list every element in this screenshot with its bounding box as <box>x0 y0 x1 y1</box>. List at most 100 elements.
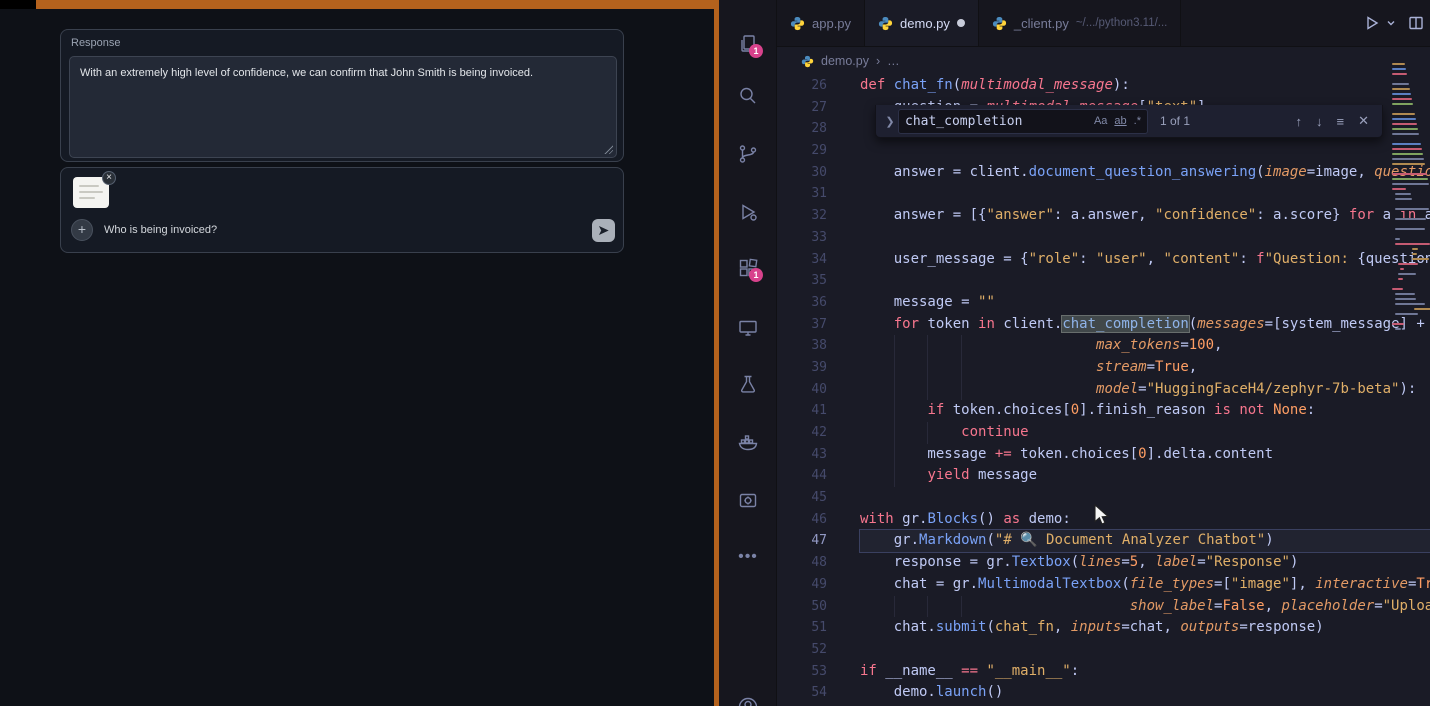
code-line[interactable]: 43 message += token.choices[0].delta.con… <box>777 444 1430 466</box>
line-text[interactable]: yield message <box>860 465 1430 487</box>
more-items-icon[interactable]: ••• <box>719 539 777 575</box>
regex-icon[interactable]: .* <box>1134 115 1141 127</box>
line-text[interactable]: continue <box>860 422 1430 444</box>
code-line[interactable]: 41 if token.choices[0].finish_reason is … <box>777 400 1430 422</box>
line-text[interactable]: user_message = {"role": "user", "content… <box>860 249 1430 271</box>
code-lines[interactable]: 26def chat_fn(multimodal_message):27 que… <box>777 75 1430 706</box>
code-line[interactable]: 47 gr.Markdown("# 🔍 Document Analyzer Ch… <box>777 530 1430 552</box>
code-line[interactable]: 31 <box>777 183 1430 205</box>
docker-icon[interactable] <box>719 425 777 461</box>
line-text[interactable]: response = gr.Textbox(lines=5, label="Re… <box>860 552 1430 574</box>
line-text[interactable]: show_label=False, placeholder="Upload an… <box>860 596 1430 618</box>
find-query-text[interactable]: chat_completion <box>905 114 1087 129</box>
chevron-down-icon[interactable] <box>1386 18 1396 28</box>
tab-label: _client.py <box>1014 16 1069 31</box>
editor-column: app.py demo.py _client.py ~/.../python3.… <box>777 0 1430 706</box>
thumbnail-line <box>79 197 95 199</box>
account-icon[interactable] <box>719 688 777 706</box>
line-text[interactable]: stream=True, <box>860 357 1430 379</box>
find-input[interactable]: chat_completion Aa ab .* <box>898 109 1148 134</box>
line-text[interactable]: message = "" <box>860 292 1430 314</box>
line-text[interactable]: def chat_fn(multimodal_message): <box>860 75 1430 97</box>
testing-flask-icon[interactable] <box>719 367 777 403</box>
line-text[interactable]: model="HuggingFaceH4/zephyr-7b-beta"): <box>860 379 1430 401</box>
breadcrumb-file[interactable]: demo.py <box>821 54 869 68</box>
minimap[interactable] <box>1390 55 1430 495</box>
run-file-icon[interactable] <box>1364 15 1380 31</box>
remote-window-icon[interactable] <box>719 310 777 346</box>
code-line[interactable]: 38 max_tokens=100, <box>777 335 1430 357</box>
line-number: 51 <box>777 617 860 639</box>
code-line[interactable]: 52 <box>777 639 1430 661</box>
find-previous-icon[interactable]: ↑ <box>1296 114 1303 129</box>
line-text[interactable]: gr.Markdown("# 🔍 Document Analyzer Chatb… <box>860 530 1430 552</box>
tab-demo-py[interactable]: demo.py <box>865 0 979 46</box>
code-line[interactable]: 54 demo.launch() <box>777 682 1430 704</box>
line-text[interactable]: chat.submit(chat_fn, inputs=chat, output… <box>860 617 1430 639</box>
line-text[interactable]: if __name__ == "__main__": <box>860 661 1430 683</box>
python-file-icon <box>992 16 1007 31</box>
line-text[interactable]: answer = [{"answer": a.answer, "confiden… <box>860 205 1430 227</box>
tab-app-py[interactable]: app.py <box>777 0 865 46</box>
line-text[interactable]: if token.choices[0].finish_reason is not… <box>860 400 1430 422</box>
whole-word-icon[interactable]: ab <box>1114 115 1126 127</box>
find-in-selection-icon[interactable]: ≡ <box>1337 114 1345 129</box>
code-line[interactable]: 51 chat.submit(chat_fn, inputs=chat, out… <box>777 617 1430 639</box>
line-text[interactable]: chat = gr.MultimodalTextbox(file_types=[… <box>860 574 1430 596</box>
send-button[interactable] <box>592 219 615 242</box>
modified-dot-icon[interactable] <box>957 19 965 27</box>
resize-handle[interactable] <box>603 144 613 154</box>
code-line[interactable]: 39 stream=True, <box>777 357 1430 379</box>
line-number: 27 <box>777 97 860 119</box>
line-text[interactable] <box>860 270 1430 292</box>
line-text[interactable] <box>860 183 1430 205</box>
chat-text-input[interactable]: Who is being invoiced? <box>104 224 217 236</box>
find-toggle-chevron-icon[interactable]: ❯ <box>882 115 898 128</box>
line-text[interactable]: max_tokens=100, <box>860 335 1430 357</box>
split-editor-icon[interactable] <box>1408 15 1424 31</box>
send-arrow-icon <box>597 224 610 237</box>
explorer-icon[interactable]: 1 <box>719 26 777 62</box>
find-close-icon[interactable]: ✕ <box>1358 113 1369 129</box>
code-line[interactable]: 53if __name__ == "__main__": <box>777 661 1430 683</box>
line-text[interactable] <box>860 140 1430 162</box>
match-case-icon[interactable]: Aa <box>1094 115 1107 127</box>
code-area[interactable]: 26def chat_fn(multimodal_message):27 que… <box>777 75 1430 706</box>
code-line[interactable]: 42 continue <box>777 422 1430 444</box>
find-next-icon[interactable]: ↓ <box>1316 114 1323 129</box>
tab-client-py[interactable]: _client.py ~/.../python3.11/... <box>979 0 1181 46</box>
code-line[interactable]: 36 message = "" <box>777 292 1430 314</box>
code-line[interactable]: 33 <box>777 227 1430 249</box>
line-number: 33 <box>777 227 860 249</box>
run-debug-icon[interactable] <box>719 194 777 230</box>
code-line[interactable]: 35 <box>777 270 1430 292</box>
code-line[interactable]: 26def chat_fn(multimodal_message): <box>777 75 1430 97</box>
container-tools-icon[interactable] <box>719 482 777 518</box>
line-text[interactable]: for token in client.chat_completion(mess… <box>860 314 1430 336</box>
code-line[interactable]: 29 <box>777 140 1430 162</box>
line-text[interactable]: message += token.choices[0].delta.conten… <box>860 444 1430 466</box>
line-text[interactable]: demo.launch() <box>860 682 1430 704</box>
breadcrumb-symbol[interactable]: … <box>887 54 900 68</box>
code-line[interactable]: 48 response = gr.Textbox(lines=5, label=… <box>777 552 1430 574</box>
code-line[interactable]: 32 answer = [{"answer": a.answer, "confi… <box>777 205 1430 227</box>
search-icon[interactable] <box>719 78 777 114</box>
code-line[interactable]: 34 user_message = {"role": "user", "cont… <box>777 249 1430 271</box>
extensions-icon[interactable]: 1 <box>719 250 777 286</box>
code-line[interactable]: 50 show_label=False, placeholder="Upload… <box>777 596 1430 618</box>
code-line[interactable]: 40 model="HuggingFaceH4/zephyr-7b-beta")… <box>777 379 1430 401</box>
line-text[interactable] <box>860 227 1430 249</box>
response-textarea[interactable]: With an extremely high level of confiden… <box>69 56 617 158</box>
code-line[interactable]: 30 answer = client.document_question_ans… <box>777 162 1430 184</box>
add-attachment-button[interactable]: + <box>71 219 93 241</box>
line-text[interactable]: answer = client.document_question_answer… <box>860 162 1430 184</box>
code-line[interactable]: 49 chat = gr.MultimodalTextbox(file_type… <box>777 574 1430 596</box>
code-line[interactable]: 44 yield message <box>777 465 1430 487</box>
line-text[interactable] <box>860 487 1430 509</box>
line-text[interactable] <box>860 639 1430 661</box>
source-control-icon[interactable] <box>719 136 777 172</box>
breadcrumb-separator: › <box>876 54 880 68</box>
code-line[interactable]: 37 for token in client.chat_completion(m… <box>777 314 1430 336</box>
remove-attachment-icon[interactable]: × <box>102 171 116 185</box>
line-text[interactable]: with gr.Blocks() as demo: <box>860 509 1430 531</box>
